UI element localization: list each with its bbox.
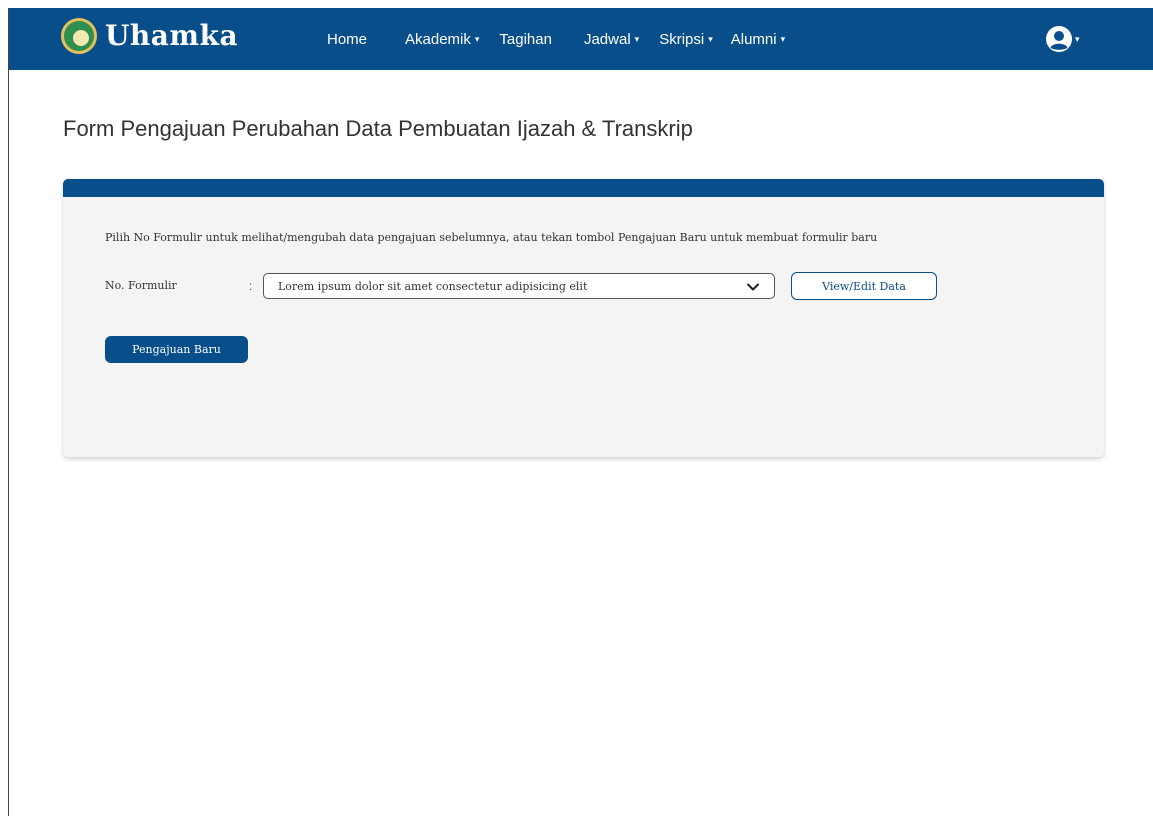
user-circle-icon (1046, 26, 1072, 52)
nav-item-label: Tagihan (499, 30, 552, 48)
nav-item-home[interactable]: Home (327, 31, 367, 48)
nav-item-alumni[interactable]: Alumni ▾ (731, 31, 785, 48)
main-nav: Home Akademik ▾ Tagihan Jadwal ▾ Skripsi… (327, 8, 785, 70)
app-frame: Uhamka Home Akademik ▾ Tagihan Jadwal ▾ … (8, 8, 1153, 816)
view-edit-data-button[interactable]: View/Edit Data (791, 272, 937, 300)
caret-down-icon: ▾ (780, 33, 786, 44)
instruction-text: Pilih No Formulir untuk melihat/mengubah… (105, 231, 878, 244)
nav-item-jadwal[interactable]: Jadwal ▾ (584, 31, 639, 48)
select-value: Lorem ipsum dolor sit amet consectetur a… (278, 279, 588, 293)
brand-text: Uhamka (105, 21, 238, 51)
nav-item-tagihan[interactable]: Tagihan (499, 31, 552, 48)
nav-item-label: Home (327, 30, 368, 48)
nav-item-label: Skripsi (659, 30, 705, 48)
nav-item-label: Alumni (730, 30, 777, 48)
brand-name: Uhamka (105, 19, 239, 52)
user-menu[interactable]: ▾ (1045, 25, 1080, 53)
label-separator: : (249, 279, 253, 293)
form-number-row: No. Formulir : Lorem ipsum dolor sit ame… (105, 271, 1005, 301)
nav-item-label: Jadwal (583, 30, 631, 48)
university-emblem-icon (61, 18, 97, 54)
nav-item-skripsi[interactable]: Skripsi ▾ (659, 31, 713, 48)
form-number-label: No. Formulir (105, 279, 177, 292)
caret-down-icon: ▾ (474, 33, 480, 44)
caret-down-icon: ▾ (1075, 33, 1080, 44)
form-number-select[interactable]: Lorem ipsum dolor sit amet consectetur a… (263, 273, 775, 299)
chevron-down-icon (747, 283, 759, 291)
new-submission-button[interactable]: Pengajuan Baru (105, 336, 248, 363)
form-card: Pilih No Formulir untuk melihat/mengubah… (63, 179, 1104, 457)
nav-item-label: Akademik (405, 30, 471, 48)
card-header-bar (63, 179, 1104, 197)
top-navbar: Uhamka Home Akademik ▾ Tagihan Jadwal ▾ … (9, 8, 1153, 70)
brand-logo[interactable]: Uhamka (61, 18, 238, 54)
caret-down-icon: ▾ (708, 33, 713, 44)
page-title: Form Pengajuan Perubahan Data Pembuatan … (63, 116, 693, 141)
caret-down-icon: ▾ (634, 33, 640, 44)
nav-item-akademik[interactable]: Akademik ▾ (405, 31, 479, 48)
